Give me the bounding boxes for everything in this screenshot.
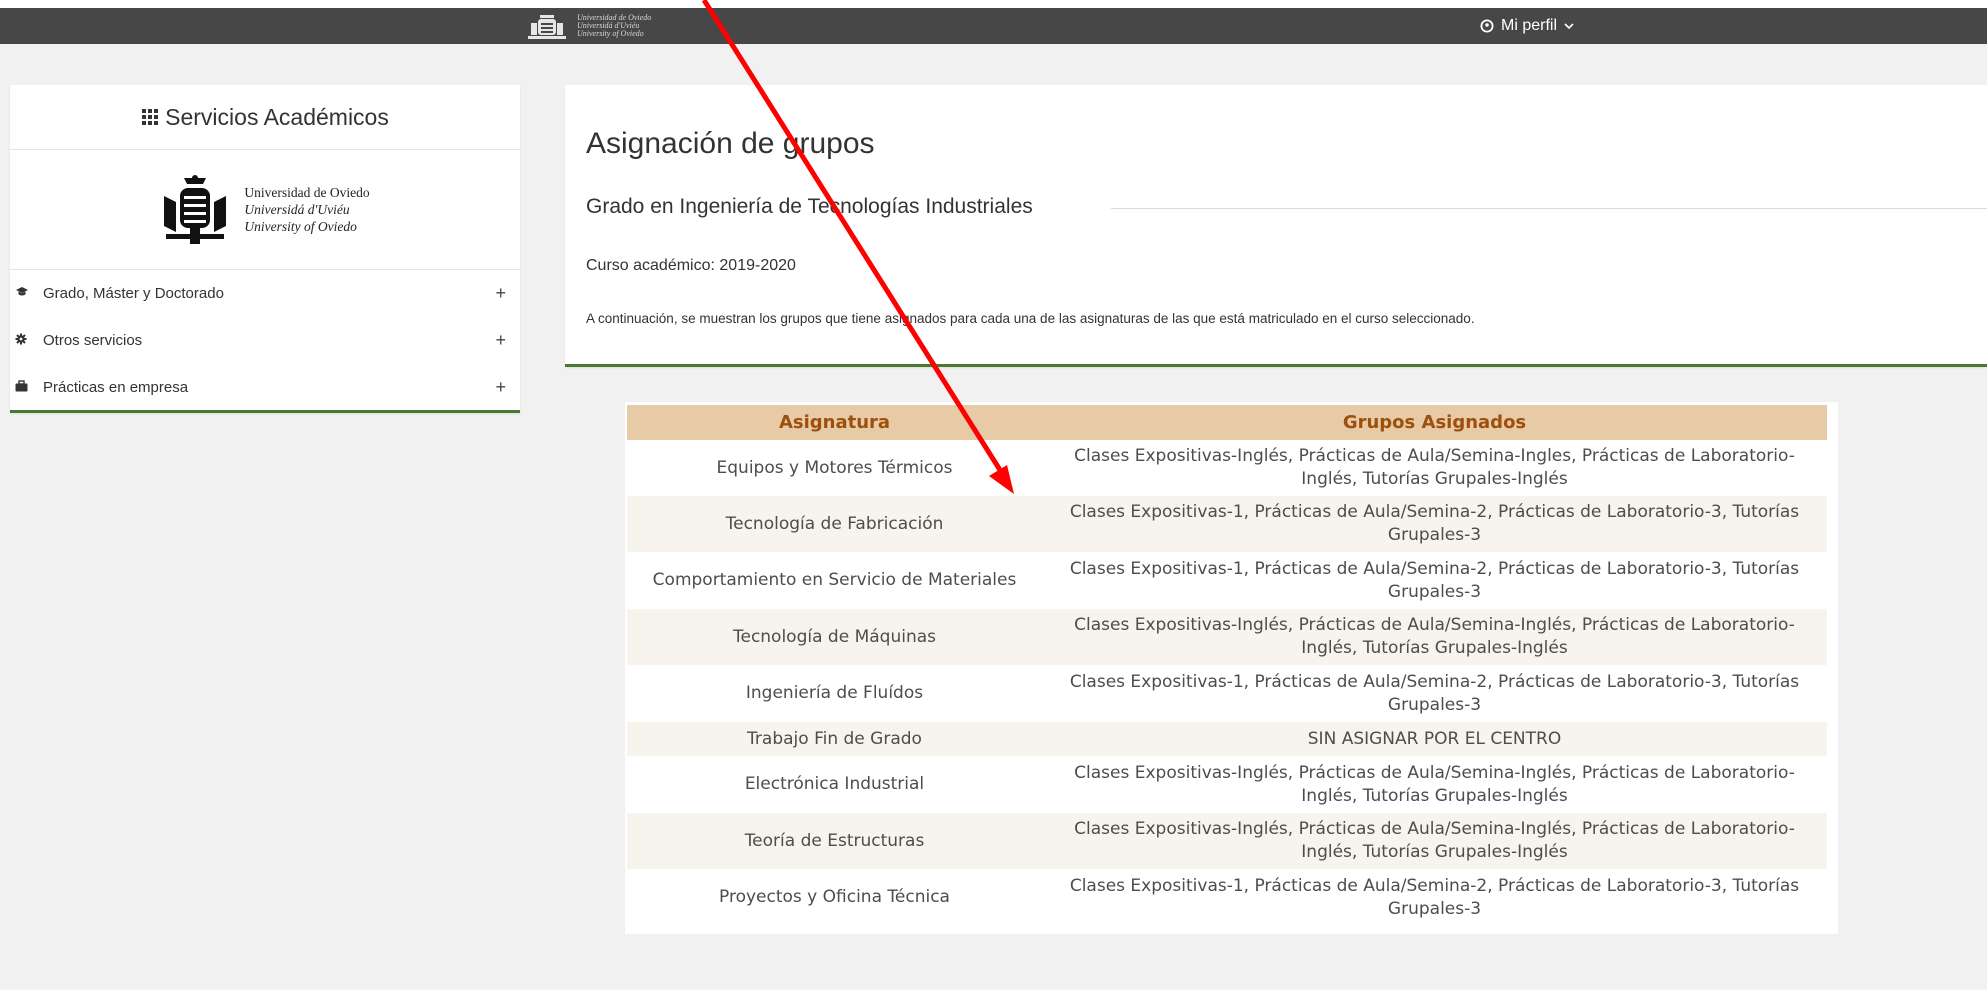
- expand-icon[interactable]: +: [495, 330, 506, 351]
- sidebar-item-grado-master-doctorado[interactable]: Grado, Máster y Doctorado +: [10, 270, 520, 317]
- subject-cell: Proyectos y Oficina Técnica: [627, 869, 1042, 926]
- subject-cell: Trabajo Fin de Grado: [627, 722, 1042, 756]
- user-circle-icon: [1480, 19, 1494, 33]
- sidebar-item-practicas-empresa[interactable]: Prácticas en empresa +: [10, 364, 520, 411]
- table-row: Tecnología de Fabricación Clases Exposit…: [627, 496, 1827, 552]
- sidebar-title-text: Servicios Académicos: [165, 103, 389, 130]
- university-name-ast: Universidá d'Uviéu: [244, 202, 350, 217]
- header-logo-line: University of Oviedo: [577, 29, 644, 38]
- table-header-row: Asignatura Grupos Asignados: [627, 405, 1827, 440]
- grid-icon: [142, 109, 159, 125]
- sidebar: Servicios Académicos Universidad de Ovie…: [10, 85, 520, 413]
- top-bar-inner: Universidad de Oviedo Universidá d'Uviéu…: [0, 8, 1987, 44]
- groups-cell: Clases Expositivas-Inglés, Prácticas de …: [1042, 813, 1827, 869]
- subject-cell: Tecnología de Máquinas: [627, 609, 1042, 665]
- intro-text: A continuación, se muestran los grupos q…: [586, 311, 1475, 326]
- table-row: Proyectos y Oficina Técnica Clases Expos…: [627, 869, 1827, 926]
- table-row: Tecnología de Máquinas Clases Expositiva…: [627, 609, 1827, 665]
- sidebar-title: Servicios Académicos: [10, 85, 520, 150]
- sidebar-item-label: Otros servicios: [43, 332, 143, 349]
- groups-cell: Clases Expositivas-1, Prácticas de Aula/…: [1042, 665, 1827, 722]
- subject-cell: Equipos y Motores Térmicos: [627, 440, 1042, 496]
- groups-cell: Clases Expositivas-1, Prácticas de Aula/…: [1042, 496, 1827, 552]
- groups-cell: Clases Expositivas-1, Prácticas de Aula/…: [1042, 552, 1827, 609]
- groups-cell: Clases Expositivas-Inglés, Prácticas de …: [1042, 440, 1827, 496]
- groups-table-card: Asignatura Grupos Asignados Equipos y Mo…: [625, 402, 1838, 934]
- graduation-cap-icon: [15, 286, 35, 301]
- page-title: Asignación de grupos: [586, 127, 875, 160]
- groups-cell: Clases Expositivas-1, Prácticas de Aula/…: [1042, 869, 1827, 926]
- briefcase-icon: [15, 380, 35, 395]
- university-logo[interactable]: Universidad de Oviedo Universidá d'Uviéu…: [10, 150, 520, 270]
- subject-cell: Teoría de Estructuras: [627, 813, 1042, 869]
- table-row: Comportamiento en Servicio de Materiales…: [627, 552, 1827, 609]
- table-row: Teoría de Estructuras Clases Expositivas…: [627, 813, 1827, 869]
- subject-cell: Comportamiento en Servicio de Materiales: [627, 552, 1042, 609]
- table-row: Electrónica Industrial Clases Expositiva…: [627, 756, 1827, 813]
- subject-cell: Tecnología de Fabricación: [627, 496, 1042, 552]
- profile-menu[interactable]: Mi perfil: [1480, 8, 1574, 44]
- degree-title: Grado en Ingeniería de Tecnologías Indus…: [586, 195, 1033, 218]
- university-name-en: University of Oviedo: [244, 219, 357, 234]
- university-name-es: Universidad de Oviedo: [244, 185, 370, 200]
- expand-icon[interactable]: +: [495, 283, 506, 304]
- profile-label: Mi perfil: [1501, 17, 1558, 34]
- column-header-asignatura: Asignatura: [627, 405, 1042, 440]
- top-bar: Universidad de Oviedo Universidá d'Uviéu…: [0, 0, 1987, 44]
- groups-cell: Clases Expositivas-Inglés, Prácticas de …: [1042, 756, 1827, 813]
- subject-cell: Electrónica Industrial: [627, 756, 1042, 813]
- header-logo-text: Universidad de Oviedo Universidá d'Uviéu…: [577, 14, 651, 38]
- subject-cell: Ingeniería de Fluídos: [627, 665, 1042, 722]
- column-header-grupos: Grupos Asignados: [1042, 405, 1827, 440]
- table-row: Equipos y Motores Térmicos Clases Exposi…: [627, 440, 1827, 496]
- sidebar-item-label: Prácticas en empresa: [43, 379, 189, 396]
- groups-cell: SIN ASIGNAR POR EL CENTRO: [1042, 722, 1827, 756]
- sidebar-item-otros-servicios[interactable]: Otros servicios +: [10, 317, 520, 364]
- sidebar-item-label: Grado, Máster y Doctorado: [43, 285, 224, 302]
- chevron-down-icon: [1564, 23, 1574, 30]
- expand-icon[interactable]: +: [495, 377, 506, 398]
- university-logo-header[interactable]: Universidad de Oviedo Universidá d'Uviéu…: [525, 8, 651, 44]
- table-row: Trabajo Fin de Grado SIN ASIGNAR POR EL …: [627, 722, 1827, 756]
- gear-icon: [15, 333, 35, 348]
- groups-table: Asignatura Grupos Asignados Equipos y Mo…: [627, 405, 1827, 926]
- table-row: Ingeniería de Fluídos Clases Expositivas…: [627, 665, 1827, 722]
- university-crest-icon: [164, 174, 227, 244]
- main-panel: Asignación de grupos Grado en Ingeniería…: [565, 85, 1987, 367]
- academic-year: Curso académico: 2019-2020: [586, 257, 796, 274]
- groups-cell: Clases Expositivas-Inglés, Prácticas de …: [1042, 609, 1827, 665]
- university-name: Universidad de Oviedo Universidá d'Uviéu…: [244, 184, 369, 235]
- divider: [1111, 208, 1987, 209]
- university-crest-icon: [528, 15, 566, 39]
